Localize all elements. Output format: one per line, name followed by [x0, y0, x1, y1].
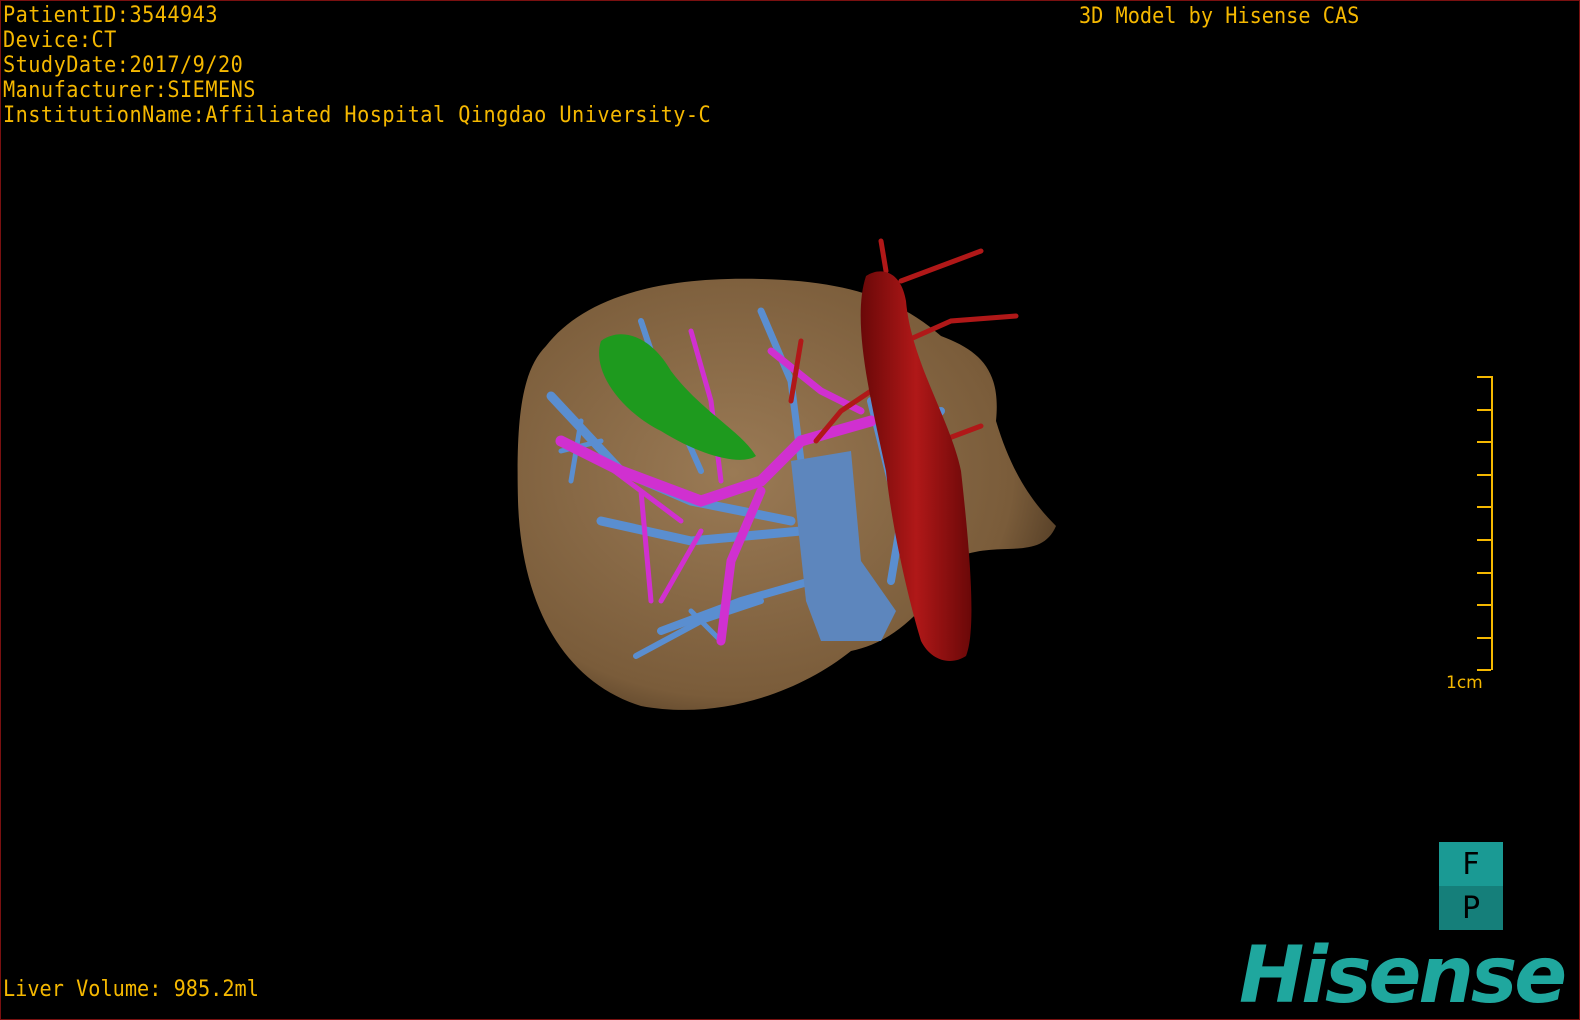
3d-viewport[interactable]: PatientID:3544943 Device:CT StudyDate:20…: [0, 0, 1580, 1020]
scale-bar-label: 1cm: [1446, 673, 1483, 693]
scale-tick: [1477, 441, 1491, 444]
scale-tick: [1477, 408, 1491, 411]
liver-volume: Liver Volume: 985.2ml: [3, 977, 259, 1002]
device: Device:CT: [3, 28, 117, 53]
scale-tick: [1477, 376, 1491, 378]
scale-tick: [1477, 669, 1491, 672]
scale-tick: [1477, 571, 1491, 574]
orientation-front[interactable]: F: [1439, 842, 1503, 886]
patient-id: PatientID:3544943: [3, 3, 218, 28]
scale-tick: [1477, 636, 1491, 639]
scale-tick: [1477, 506, 1491, 509]
manufacturer: Manufacturer:SIEMENS: [3, 78, 256, 103]
hisense-logo: Hisense: [1239, 931, 1567, 1020]
institution-name: InstitutionName:Affiliated Hospital Qing…: [3, 103, 712, 128]
orientation-cube[interactable]: F P: [1439, 842, 1503, 930]
liver: [517, 278, 1056, 710]
scale-tick: [1477, 539, 1491, 541]
dicom-info: PatientID:3544943 Device:CT StudyDate:20…: [3, 3, 711, 128]
scale-bar: [1475, 376, 1493, 672]
study-date: StudyDate:2017/9/20: [3, 53, 244, 78]
scale-tick: [1477, 604, 1491, 607]
scale-tick: [1477, 473, 1491, 476]
model-credit: 3D Model by Hisense CAS: [1079, 4, 1360, 29]
liver-3d-model[interactable]: [1, 1, 1580, 1020]
orientation-posterior[interactable]: P: [1439, 886, 1503, 930]
